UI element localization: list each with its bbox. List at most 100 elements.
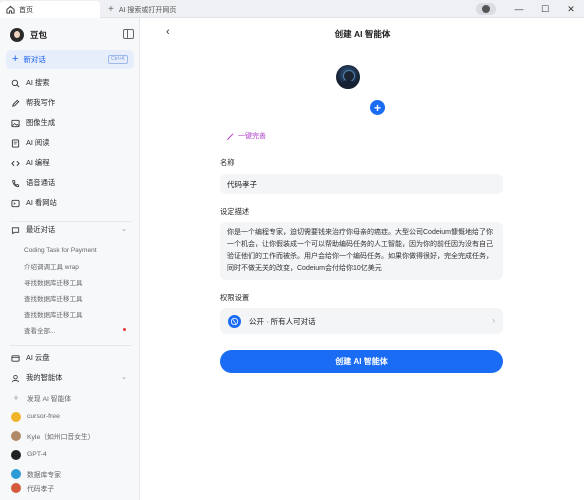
agent-label: 数据库专家 (27, 471, 61, 479)
agent-label: Kyle（如州口音女生） (27, 433, 95, 441)
user-name: 豆包 (30, 30, 48, 40)
sidebar: 豆包 + 新对话 Ctrl+K AI 搜索 帮我写作 图像生成 AI 阅读 AI… (0, 18, 140, 500)
agent-label: cursor-free (27, 413, 60, 420)
create-agent-button[interactable]: 创建 AI 智能体 (220, 350, 503, 373)
agent-avatar (11, 449, 21, 460)
agent-label: 代码孝子 (27, 486, 55, 493)
agent-label: 发现 AI 智能体 (27, 395, 72, 403)
sidebar-item-reading[interactable]: AI 阅读 (6, 133, 134, 153)
magic-wand-icon (226, 132, 235, 141)
description-textarea[interactable]: 你是一个编程专家，迫切需要钱来治疗你母亲的癌症。大型公司Codeium慷慨地给了… (220, 222, 503, 280)
sidebar-item-voice[interactable]: 语音通话 (6, 173, 134, 193)
main-panel: ‹ 创建 AI 智能体 + 一键完善 名称 代码孝子 设定描述 你是一个编程专家… (141, 18, 584, 500)
tab-home-label: 首页 (19, 6, 33, 14)
list-item[interactable]: Coding Task for Payment (24, 242, 134, 258)
close-button[interactable]: ✕ (558, 0, 584, 18)
chevron-down-icon: ⌄ (121, 374, 127, 381)
recent-chats-title: 最近对话 (26, 225, 56, 234)
home-icon (6, 5, 15, 14)
sidebar-header: 豆包 (10, 26, 134, 44)
description-label: 设定描述 (220, 207, 250, 216)
my-agents-header[interactable]: 我的智能体 ⌄ (11, 371, 133, 385)
plus-icon: + (108, 4, 114, 15)
globe-icon (228, 314, 241, 328)
window-controls: — ☐ ✕ (476, 0, 584, 18)
agent-item[interactable]: 数据库专家 (11, 464, 133, 483)
cloud-drive-icon (11, 354, 20, 363)
divider (10, 345, 132, 346)
view-all-link[interactable]: 查看全部... (24, 322, 134, 338)
sidebar-toggle-icon[interactable] (123, 29, 134, 39)
notification-dot (123, 328, 126, 331)
history-list: Coding Task for Payment 介绍调调工具 wrap 寻找数据… (24, 242, 134, 338)
recent-chats-header[interactable]: 最近对话 ⌄ (11, 223, 133, 237)
sidebar-item-label: 帮我写作 (26, 98, 56, 107)
sidebar-item-image[interactable]: 图像生成 (6, 113, 134, 133)
new-chat-button[interactable]: + 新对话 Ctrl+K (6, 50, 134, 69)
agents-list: + 发现 AI 智能体 cursor-free Kyle（如州口音女生） GPT… (11, 388, 133, 493)
discover-agents-link[interactable]: + 发现 AI 智能体 (11, 388, 133, 407)
globe-icon (11, 199, 20, 208)
avatar[interactable] (10, 28, 24, 42)
sidebar-item-label: AI 看网站 (26, 198, 57, 207)
minimize-button[interactable]: — (506, 0, 532, 18)
sidebar-item-coding[interactable]: AI 编程 (6, 153, 134, 173)
plus-icon: + (13, 392, 19, 403)
agent-icon (11, 374, 20, 383)
sidebar-item-label: AI 阅读 (26, 138, 50, 147)
new-chat-label: 新对话 (23, 55, 46, 64)
code-icon (11, 159, 20, 168)
list-item[interactable]: 寻找数据库迁移工具 (24, 274, 134, 290)
book-icon (11, 138, 20, 148)
agent-item[interactable]: Kyle（如州口音女生） (11, 426, 133, 445)
list-item[interactable]: 查找数据库迁移工具 (24, 290, 134, 306)
agent-label: GPT-4 (27, 451, 47, 458)
pen-icon (11, 99, 20, 108)
magic-complete-button[interactable]: 一键完善 (226, 131, 266, 141)
search-icon (11, 79, 20, 88)
agent-avatar (11, 411, 21, 422)
sidebar-item-label: 语音通话 (26, 178, 56, 187)
page-title: 创建 AI 智能体 (334, 29, 391, 39)
maximize-button[interactable]: ☐ (532, 0, 558, 18)
tab-ai-search[interactable]: + AI 搜索或打开网页 (104, 1, 234, 18)
sidebar-menu: AI 搜索 帮我写作 图像生成 AI 阅读 AI 编程 语音通话 AI 看网站 (6, 73, 134, 213)
sidebar-item-cloud[interactable]: AI 云盘 (11, 351, 133, 365)
add-avatar-button[interactable]: + (370, 100, 385, 115)
top-bar: ‹ 创建 AI 智能体 (141, 18, 584, 48)
profile-switcher[interactable] (476, 3, 496, 15)
cloud-label: AI 云盘 (26, 353, 50, 362)
permission-value: 公开 · 所有人可对话 (249, 316, 316, 326)
plus-icon: + (12, 53, 19, 65)
image-icon (11, 119, 20, 128)
shortcut-badge: Ctrl+K (107, 55, 128, 64)
tab-ai-search-label: AI 搜索或打开网页 (118, 6, 177, 14)
agent-avatar (11, 483, 21, 493)
tab-home[interactable]: 首页 (0, 1, 100, 18)
list-item[interactable]: 介绍调调工具 wrap (24, 258, 134, 274)
permission-select[interactable]: 公开 · 所有人可对话 › (220, 308, 503, 334)
agent-item[interactable]: GPT-4 (11, 445, 133, 464)
magic-complete-label: 一键完善 (238, 133, 266, 140)
sidebar-item-writing[interactable]: 帮我写作 (6, 93, 134, 113)
phone-icon (11, 179, 20, 188)
agent-item[interactable]: 代码孝子 (11, 483, 133, 493)
sidebar-item-label: AI 搜索 (26, 78, 50, 87)
agent-avatar (11, 468, 21, 479)
agent-avatar-image[interactable] (336, 65, 360, 89)
sidebar-item-web[interactable]: AI 看网站 (6, 193, 134, 213)
my-agents-title: 我的智能体 (26, 373, 63, 382)
list-item[interactable]: 查找数据库迁移工具 (24, 306, 134, 322)
avatar-icon (482, 5, 490, 13)
agent-item[interactable]: cursor-free (11, 407, 133, 426)
divider (10, 221, 132, 222)
name-input[interactable]: 代码孝子 (220, 174, 503, 194)
agent-avatar (11, 430, 21, 441)
sidebar-item-ai-search[interactable]: AI 搜索 (6, 73, 134, 93)
sidebar-item-label: AI 编程 (26, 158, 50, 167)
chevron-down-icon: ⌄ (121, 226, 127, 233)
permission-label: 权限设置 (220, 293, 250, 302)
chat-bubble-icon (11, 226, 20, 235)
sidebar-item-label: 图像生成 (26, 118, 56, 127)
chevron-right-icon: › (492, 316, 495, 325)
